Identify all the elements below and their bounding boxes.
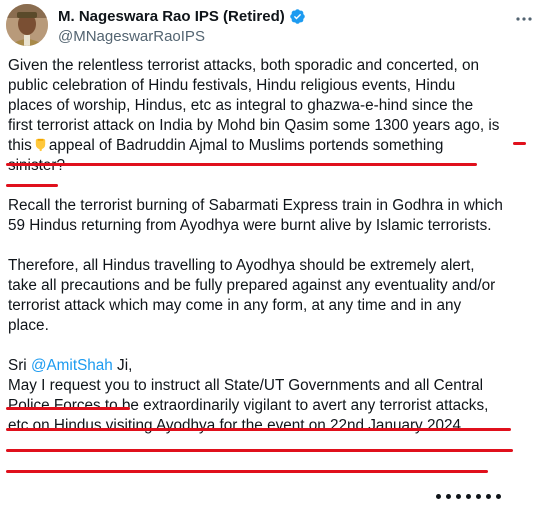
- tweet-paragraph-2: Recall the terrorist burning of Sabarmat…: [8, 196, 538, 236]
- mention-link[interactable]: @AmitShah: [31, 357, 113, 374]
- author-name-row: M. Nageswara Rao IPS (Retired): [58, 8, 306, 25]
- text-line: 59 Hindus returning from Ayodhya were bu…: [8, 217, 492, 234]
- red-underline-annotation: [6, 407, 130, 410]
- ellipsis-dots: [436, 494, 501, 499]
- dot: [436, 494, 441, 499]
- text-line: first terrorist attack on India by Mohd …: [8, 116, 538, 136]
- dot: [466, 494, 471, 499]
- text-line: Therefore, all Hindus travelling to Ayod…: [8, 257, 475, 274]
- tweet-text: Given the relentless terrorist attacks, …: [8, 56, 538, 436]
- text-line: public celebration of Hindu festivals, H…: [8, 77, 456, 94]
- text-segment: Ji,: [112, 357, 133, 374]
- text-line: places of worship, Hindus, etc as integr…: [8, 97, 474, 114]
- text-line: sinister?: [8, 156, 538, 176]
- text-line: take all precautions and be fully prepar…: [8, 277, 496, 294]
- dot: [486, 494, 491, 499]
- red-underline-annotation: [6, 470, 488, 473]
- author-display-name[interactable]: M. Nageswara Rao IPS (Retired): [58, 8, 285, 25]
- red-underline-annotation: [513, 142, 526, 145]
- red-underline-annotation: [6, 449, 513, 452]
- text-line: May I request you to instruct all State/…: [8, 377, 483, 394]
- dot: [496, 494, 501, 499]
- text-segment: Sri: [8, 357, 31, 374]
- underlined-text: appeal of Badruddin Ajmal to Muslims por…: [48, 137, 444, 154]
- red-underline-annotation: [6, 184, 58, 187]
- text-line: this appeal of Badruddin Ajmal to Muslims…: [8, 136, 538, 156]
- more-horizontal-icon[interactable]: [513, 10, 535, 28]
- pointing-down-hand-emoji: [35, 138, 45, 152]
- text-line: etc on Hindus visiting Ayodhya for the e…: [8, 417, 466, 434]
- underlined-text: this: [8, 137, 32, 154]
- dot: [446, 494, 451, 499]
- verified-badge-icon: [289, 9, 305, 24]
- underlined-text: is: [488, 117, 500, 134]
- text-segment: first terrorist attack on India by Mohd …: [8, 117, 489, 134]
- tweet-header: M. Nageswara Rao IPS (Retired) @MNageswa…: [6, 4, 547, 48]
- red-underline-annotation: [6, 428, 511, 431]
- tweet-paragraph-1: Given the relentless terrorist attacks, …: [8, 56, 538, 176]
- text-line: Police Forces to be extraordinarily vigi…: [8, 397, 489, 414]
- tweet-paragraph-4: Sri @AmitShah Ji, May I request you to i…: [8, 356, 538, 436]
- avatar[interactable]: [6, 4, 48, 46]
- red-underline-annotation: [6, 163, 477, 166]
- text-line: place.: [8, 317, 49, 334]
- tweet-paragraph-3: Therefore, all Hindus travelling to Ayod…: [8, 256, 538, 336]
- author-handle[interactable]: @MNageswarRaoIPS: [58, 28, 205, 45]
- dot: [456, 494, 461, 499]
- text-line: Sri @AmitShah Ji,: [8, 356, 538, 376]
- text-line: terrorist attack which may come in any f…: [8, 297, 462, 314]
- text-line: Recall the terrorist burning of Sabarmat…: [8, 197, 503, 214]
- tweet-card: M. Nageswara Rao IPS (Retired) @MNageswa…: [0, 0, 547, 512]
- dot: [476, 494, 481, 499]
- text-line: Given the relentless terrorist attacks, …: [8, 57, 480, 74]
